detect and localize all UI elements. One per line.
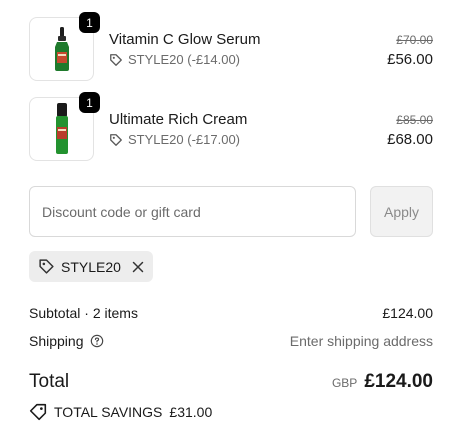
quantity-badge: 1 [79, 92, 100, 113]
apply-button[interactable]: Apply [370, 186, 433, 237]
savings-tag-icon [29, 403, 47, 421]
shipping-label-group: Shipping [29, 333, 104, 349]
total-label: Total [29, 371, 70, 392]
original-price: £70.00 [396, 33, 433, 47]
total-row: Total GBP £124.00 [29, 371, 433, 393]
shipping-label: Shipping [29, 333, 84, 349]
subtotal-value: £124.00 [382, 305, 433, 321]
applied-discount-chip: STYLE20 [29, 251, 153, 282]
close-icon [132, 261, 144, 272]
subtotal-row: Subtotal · 2 items £124.00 [29, 305, 433, 321]
product-name: Vitamin C Glow Serum [109, 31, 261, 48]
shipping-value: Enter shipping address [289, 333, 433, 349]
product-price: £56.00 [387, 51, 433, 68]
original-price: £85.00 [396, 113, 433, 127]
savings-label: TOTAL SAVINGS [54, 404, 163, 420]
currency-code: GBP [331, 376, 358, 390]
total-value: £124.00 [364, 371, 433, 392]
discount-code-input[interactable] [29, 186, 356, 237]
tag-icon [110, 133, 122, 146]
product-price: £68.00 [387, 131, 433, 148]
applied-code-label: STYLE20 [61, 258, 121, 275]
help-circle-icon[interactable] [90, 334, 104, 348]
savings-value: £31.00 [169, 404, 213, 420]
product-discount-text: STYLE20 (-£17.00) [128, 132, 241, 147]
product-discount: STYLE20 (-£17.00) [109, 132, 240, 147]
tag-icon [110, 53, 122, 66]
quantity-badge: 1 [79, 12, 100, 33]
product-name: Ultimate Rich Cream [109, 111, 248, 128]
tag-icon [39, 259, 54, 274]
product-discount: STYLE20 (-£14.00) [109, 52, 240, 67]
serum-bottle-image [54, 27, 69, 71]
subtotal-label: Subtotal · 2 items [29, 305, 138, 321]
shipping-row: Shipping Enter shipping address [29, 333, 433, 349]
product-discount-text: STYLE20 (-£14.00) [128, 52, 241, 67]
cream-tube-image [55, 103, 68, 154]
line-item: 1 Ultimate Rich Cream STYLE20 (-£17.00) … [29, 92, 433, 161]
total-amount-group: GBP £124.00 [332, 371, 433, 393]
line-item: 1 Vitamin C Glow Serum STYLE20 (-£14.00)… [29, 12, 433, 81]
total-savings-row: TOTAL SAVINGS £31.00 [29, 403, 212, 421]
remove-discount-button[interactable] [132, 261, 144, 273]
discount-form: Apply [29, 186, 433, 237]
